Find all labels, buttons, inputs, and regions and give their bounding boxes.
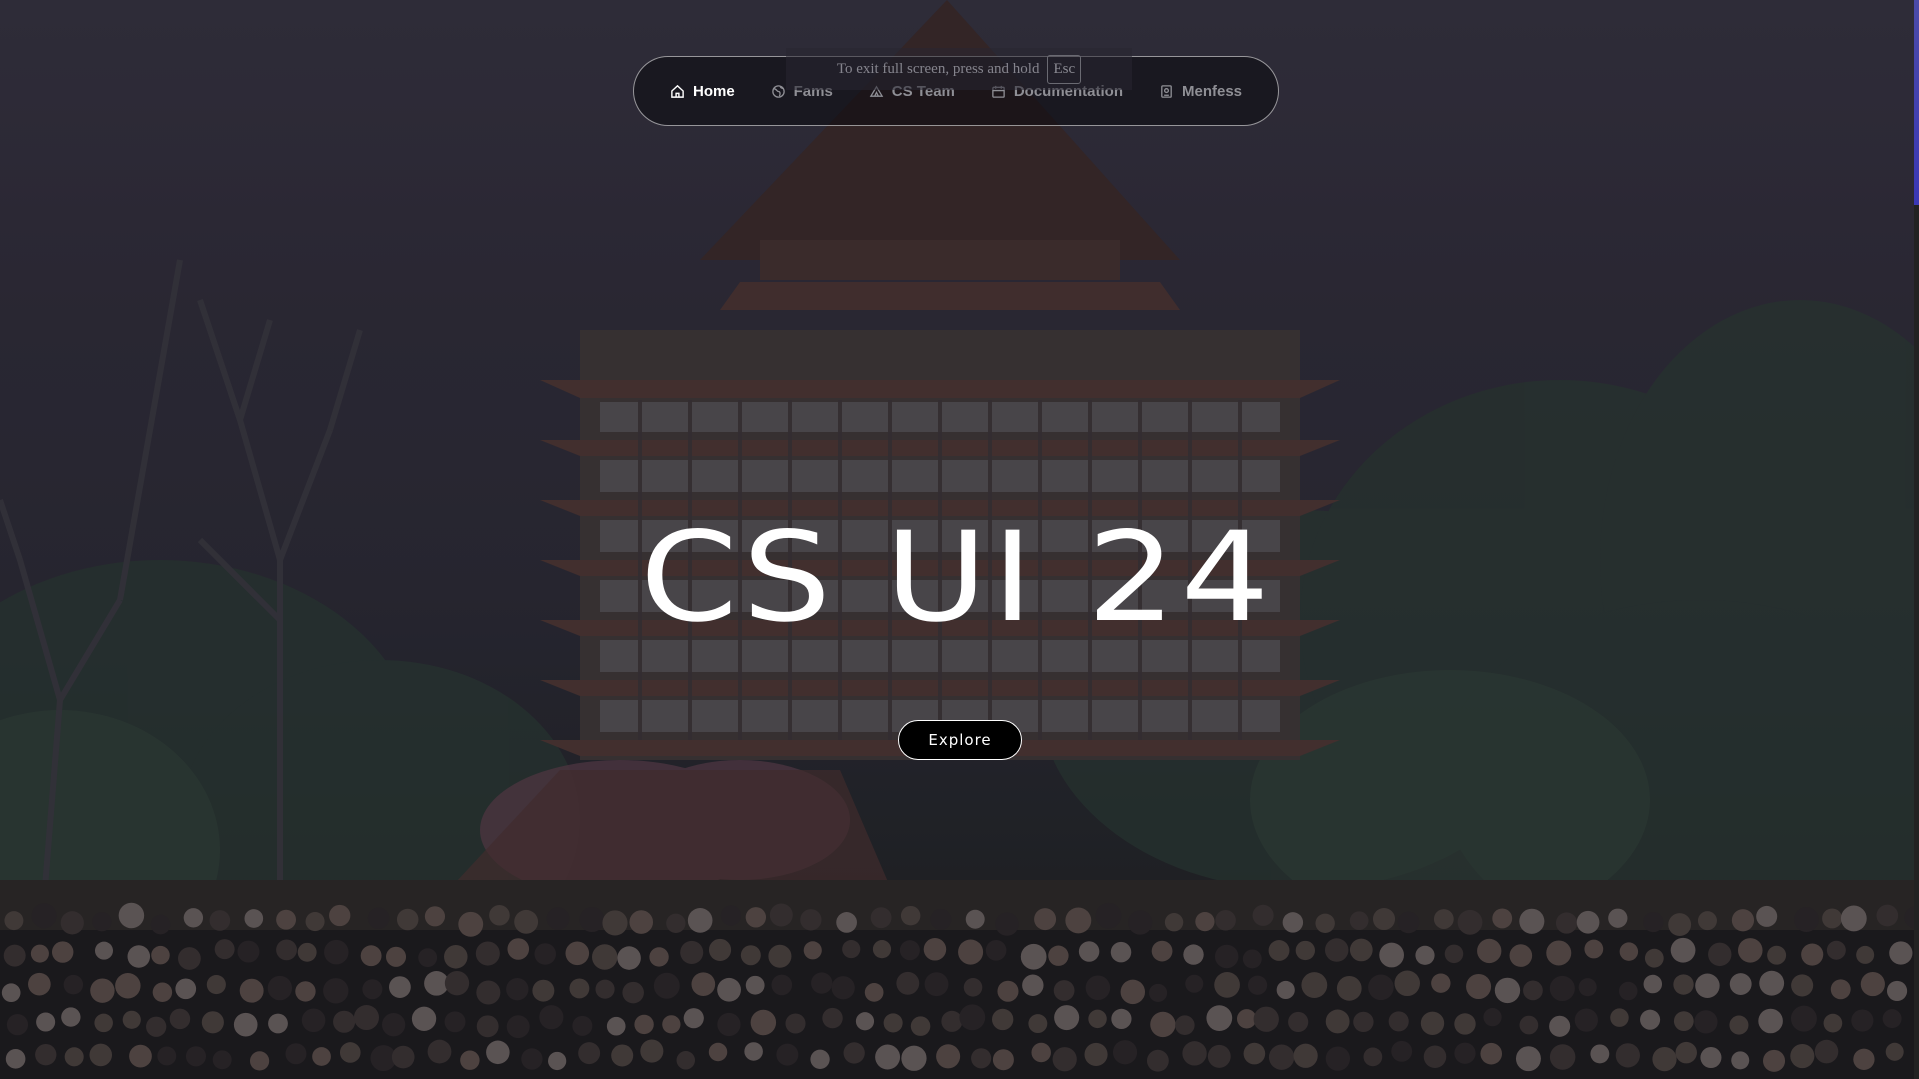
hero-section: Home Fams CS Team Documentation Menfess … <box>0 0 1914 1079</box>
esc-key-badge: Esc <box>1047 54 1082 84</box>
fullscreen-exit-notice: To exit full screen, press and hold Esc <box>786 48 1132 90</box>
nav-menfess[interactable]: Menfess <box>1159 83 1242 100</box>
mailbox-icon <box>1161 84 1172 98</box>
nav-home[interactable]: Home <box>670 83 735 100</box>
scrollbar-thumb[interactable] <box>1914 0 1919 205</box>
browser-viewport: Home Fams CS Team Documentation Menfess … <box>0 0 1919 1079</box>
nav-home-label: Home <box>692 82 735 100</box>
hero-title: CS UI 24 <box>639 506 1275 650</box>
explore-button[interactable]: Explore <box>898 720 1022 760</box>
globe-icon <box>771 84 785 98</box>
home-icon <box>671 84 684 98</box>
fullscreen-notice-text: To exit full screen, press and hold <box>836 60 1040 77</box>
nav-menfess-label: Menfess <box>1181 82 1243 100</box>
page-scrollbar[interactable] <box>1914 0 1919 1079</box>
